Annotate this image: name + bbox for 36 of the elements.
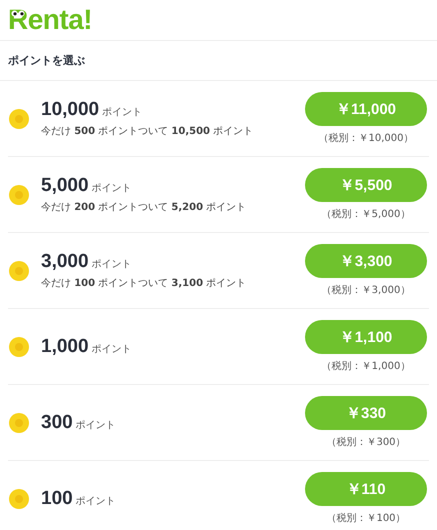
tax-note: （税別：￥5,000） bbox=[322, 208, 410, 221]
coin-icon bbox=[9, 184, 29, 204]
points-amount: 3,000 bbox=[41, 251, 89, 273]
section-title: ポイントを選ぶ bbox=[0, 41, 437, 81]
eyes-icon bbox=[11, 10, 25, 17]
price-button[interactable]: ￥1,100 bbox=[305, 320, 427, 354]
coin-icon bbox=[9, 108, 29, 128]
points-amount: 100 bbox=[41, 488, 73, 510]
points-unit: ポイント bbox=[76, 418, 116, 432]
coin-icon bbox=[9, 260, 29, 280]
points-unit: ポイント bbox=[92, 182, 132, 195]
tax-note: （税別：￥3,000） bbox=[322, 284, 410, 297]
bonus-text: 今だけ 500 ポイントついて 10,500 ポイント bbox=[41, 125, 254, 138]
price-button[interactable]: ￥110 bbox=[305, 472, 427, 506]
points-unit: ポイント bbox=[76, 494, 116, 508]
points-amount: 5,000 bbox=[41, 175, 89, 197]
coin-icon bbox=[9, 336, 29, 356]
bonus-text: 今だけ 200 ポイントついて 5,200 ポイント bbox=[41, 201, 246, 214]
logo[interactable]: Renta! bbox=[8, 4, 92, 35]
points-amount: 10,000 bbox=[41, 99, 100, 121]
points-unit: ポイント bbox=[92, 342, 132, 356]
tax-note: （税別：￥1,000） bbox=[322, 360, 410, 373]
tax-note: （税別：￥300） bbox=[326, 436, 406, 449]
points-unit: ポイント bbox=[102, 106, 142, 119]
price-button[interactable]: ￥11,000 bbox=[305, 92, 427, 126]
points-unit: ポイント bbox=[92, 258, 132, 271]
bonus-text: 今だけ 100 ポイントついて 3,100 ポイント bbox=[41, 277, 246, 290]
price-button[interactable]: ￥330 bbox=[305, 396, 427, 430]
points-amount: 1,000 bbox=[41, 336, 89, 358]
price-button[interactable]: ￥5,500 bbox=[305, 168, 427, 202]
tax-note: （税別：￥10,000） bbox=[318, 132, 414, 145]
points-amount: 300 bbox=[41, 412, 73, 434]
coin-icon bbox=[9, 412, 29, 432]
price-button[interactable]: ￥3,300 bbox=[305, 244, 427, 278]
tax-note: （税別：￥100） bbox=[326, 512, 406, 525]
coin-icon bbox=[9, 488, 29, 508]
